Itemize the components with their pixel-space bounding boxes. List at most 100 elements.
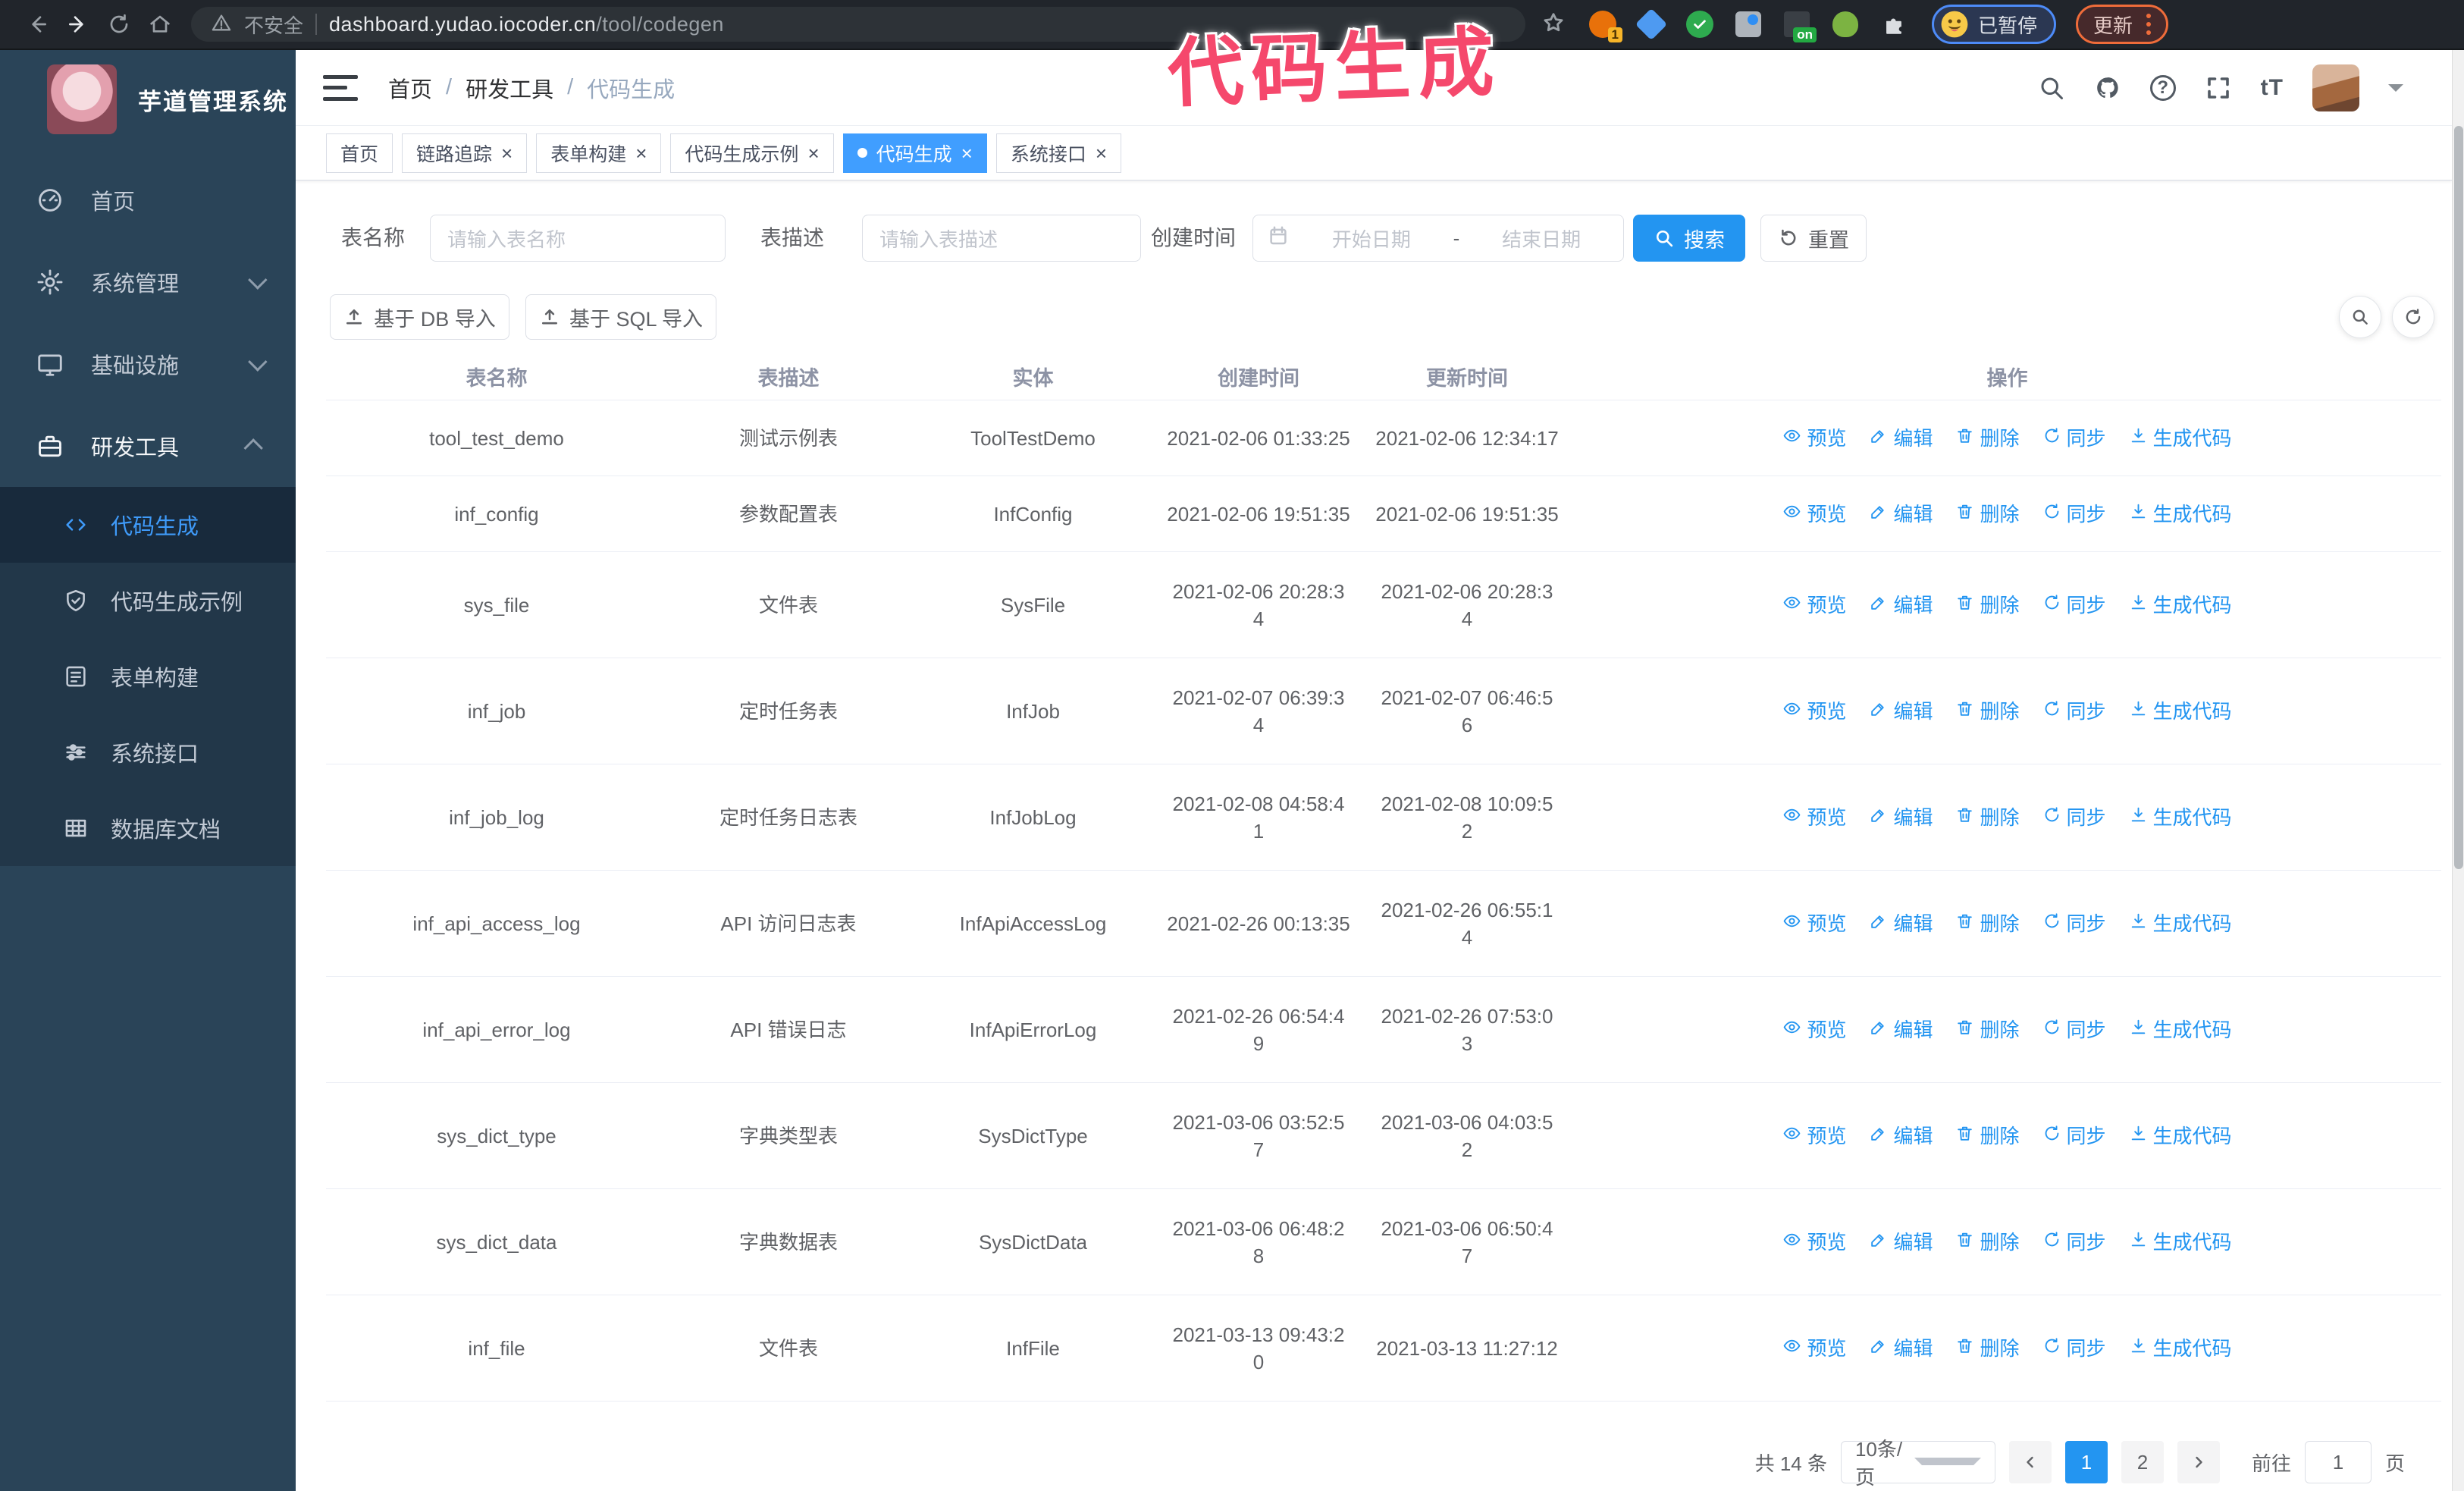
action-同步[interactable]: 同步	[2042, 1016, 2106, 1044]
breadcrumb-item[interactable]: 首页	[388, 72, 432, 104]
extension-gem-icon[interactable]	[1635, 8, 1668, 41]
extension-clapper-icon[interactable]: on	[1782, 9, 1817, 42]
search-icon[interactable]	[2038, 74, 2065, 102]
action-生成代码[interactable]: 生成代码	[2129, 804, 2232, 831]
tab-链路追踪[interactable]: 链路追踪 ×	[402, 133, 528, 173]
sidebar-item-研发工具[interactable]: 研发工具	[0, 405, 296, 487]
extensions-puzzle-icon[interactable]	[1879, 9, 1909, 39]
action-删除[interactable]: 删除	[1955, 592, 2020, 619]
user-avatar[interactable]	[2312, 64, 2359, 111]
toggle-search-button[interactable]	[2339, 296, 2381, 338]
action-预览[interactable]: 预览	[1782, 425, 1846, 452]
update-button[interactable]: 更新	[2076, 5, 2169, 44]
bookmark-star-icon[interactable]	[1541, 10, 1566, 39]
action-编辑[interactable]: 编辑	[1869, 501, 1933, 528]
tab-close-icon[interactable]: ×	[501, 143, 513, 163]
font-size-icon[interactable]: tT	[2261, 75, 2284, 101]
reset-button[interactable]: 重置	[1760, 215, 1867, 262]
sidebar-item-基础设施[interactable]: 基础设施	[0, 323, 296, 405]
tab-首页[interactable]: 首页	[326, 133, 393, 173]
extension-check-icon[interactable]	[1685, 9, 1715, 39]
action-同步[interactable]: 同步	[2042, 425, 2106, 452]
reload-icon[interactable]	[99, 4, 140, 45]
forward-icon[interactable]	[58, 4, 99, 45]
action-预览[interactable]: 预览	[1782, 1229, 1846, 1256]
action-同步[interactable]: 同步	[2042, 698, 2106, 725]
action-生成代码[interactable]: 生成代码	[2129, 1122, 2232, 1150]
action-生成代码[interactable]: 生成代码	[2129, 1335, 2232, 1362]
action-生成代码[interactable]: 生成代码	[2129, 1229, 2232, 1256]
tab-close-icon[interactable]: ×	[807, 143, 819, 163]
extension-grid-icon[interactable]	[1733, 9, 1763, 39]
action-删除[interactable]: 删除	[1955, 698, 2020, 725]
action-同步[interactable]: 同步	[2042, 1229, 2106, 1256]
action-编辑[interactable]: 编辑	[1869, 1122, 1933, 1150]
action-预览[interactable]: 预览	[1782, 804, 1846, 831]
action-编辑[interactable]: 编辑	[1869, 425, 1933, 452]
browser-menu-kebab-icon[interactable]	[2146, 14, 2152, 35]
action-生成代码[interactable]: 生成代码	[2129, 501, 2232, 528]
table-name-input[interactable]: 请输入表名称	[430, 215, 726, 262]
scrollbar-thumb[interactable]	[2454, 126, 2463, 869]
action-生成代码[interactable]: 生成代码	[2129, 592, 2232, 619]
page-size-select[interactable]: 10条/页	[1840, 1438, 1995, 1489]
sidebar-subitem-数据库文档[interactable]: 数据库文档	[0, 790, 296, 866]
action-预览[interactable]: 预览	[1782, 698, 1846, 725]
action-删除[interactable]: 删除	[1955, 804, 2020, 831]
tab-表单构建[interactable]: 表单构建 ×	[536, 133, 662, 173]
import-sql-button[interactable]: 基于 SQL 导入	[525, 294, 716, 340]
action-编辑[interactable]: 编辑	[1869, 1335, 1933, 1362]
action-生成代码[interactable]: 生成代码	[2129, 1016, 2232, 1044]
action-编辑[interactable]: 编辑	[1869, 910, 1933, 937]
action-编辑[interactable]: 编辑	[1869, 592, 1933, 619]
action-生成代码[interactable]: 生成代码	[2129, 698, 2232, 725]
action-删除[interactable]: 删除	[1955, 501, 2020, 528]
sidebar-subitem-系统接口[interactable]: 系统接口	[0, 714, 296, 790]
page-button-2[interactable]: 2	[2121, 1441, 2164, 1483]
refresh-table-button[interactable]	[2392, 296, 2434, 338]
action-编辑[interactable]: 编辑	[1869, 698, 1933, 725]
action-删除[interactable]: 删除	[1955, 1229, 2020, 1256]
logo-row[interactable]: 芋道管理系统	[0, 50, 296, 149]
github-icon[interactable]	[2094, 74, 2121, 102]
action-同步[interactable]: 同步	[2042, 804, 2106, 831]
action-同步[interactable]: 同步	[2042, 592, 2106, 619]
action-预览[interactable]: 预览	[1782, 1335, 1846, 1362]
page-button-1[interactable]: 1	[2064, 1441, 2108, 1483]
action-生成代码[interactable]: 生成代码	[2129, 910, 2232, 937]
action-编辑[interactable]: 编辑	[1869, 1229, 1933, 1256]
import-db-button[interactable]: 基于 DB 导入	[330, 294, 509, 340]
search-button[interactable]: 搜索	[1633, 215, 1745, 262]
hamburger-icon[interactable]	[323, 74, 358, 101]
action-预览[interactable]: 预览	[1782, 910, 1846, 937]
fullscreen-icon[interactable]	[2205, 74, 2232, 102]
back-icon[interactable]	[17, 4, 58, 45]
action-预览[interactable]: 预览	[1782, 1122, 1846, 1150]
tab-close-icon[interactable]: ×	[961, 143, 973, 163]
action-删除[interactable]: 删除	[1955, 1335, 2020, 1362]
action-预览[interactable]: 预览	[1782, 592, 1846, 619]
sidebar-item-系统管理[interactable]: 系统管理	[0, 241, 296, 323]
action-删除[interactable]: 删除	[1955, 1122, 2020, 1150]
tab-close-icon[interactable]: ×	[1096, 143, 1107, 163]
prev-page-button[interactable]	[2008, 1441, 2052, 1483]
action-预览[interactable]: 预览	[1782, 501, 1846, 528]
action-同步[interactable]: 同步	[2042, 1122, 2106, 1150]
action-同步[interactable]: 同步	[2042, 501, 2106, 528]
action-编辑[interactable]: 编辑	[1869, 804, 1933, 831]
action-同步[interactable]: 同步	[2042, 910, 2106, 937]
tab-系统接口[interactable]: 系统接口 ×	[995, 133, 1122, 173]
action-删除[interactable]: 删除	[1955, 425, 2020, 452]
next-page-button[interactable]	[2177, 1441, 2220, 1483]
page-scrollbar[interactable]	[2452, 50, 2464, 1491]
sidebar-subitem-代码生成示例[interactable]: 代码生成示例	[0, 563, 296, 639]
help-icon[interactable]: ?	[2149, 74, 2176, 101]
goto-page-input[interactable]: 1	[2304, 1441, 2372, 1483]
action-编辑[interactable]: 编辑	[1869, 1016, 1933, 1044]
extension-orange-icon[interactable]: 1	[1588, 9, 1622, 42]
action-生成代码[interactable]: 生成代码	[2129, 425, 2232, 452]
table-desc-input[interactable]: 请输入表描述	[862, 215, 1141, 262]
breadcrumb-item[interactable]: 研发工具	[466, 72, 553, 104]
action-同步[interactable]: 同步	[2042, 1335, 2106, 1362]
sidebar-subitem-表单构建[interactable]: 表单构建	[0, 639, 296, 714]
